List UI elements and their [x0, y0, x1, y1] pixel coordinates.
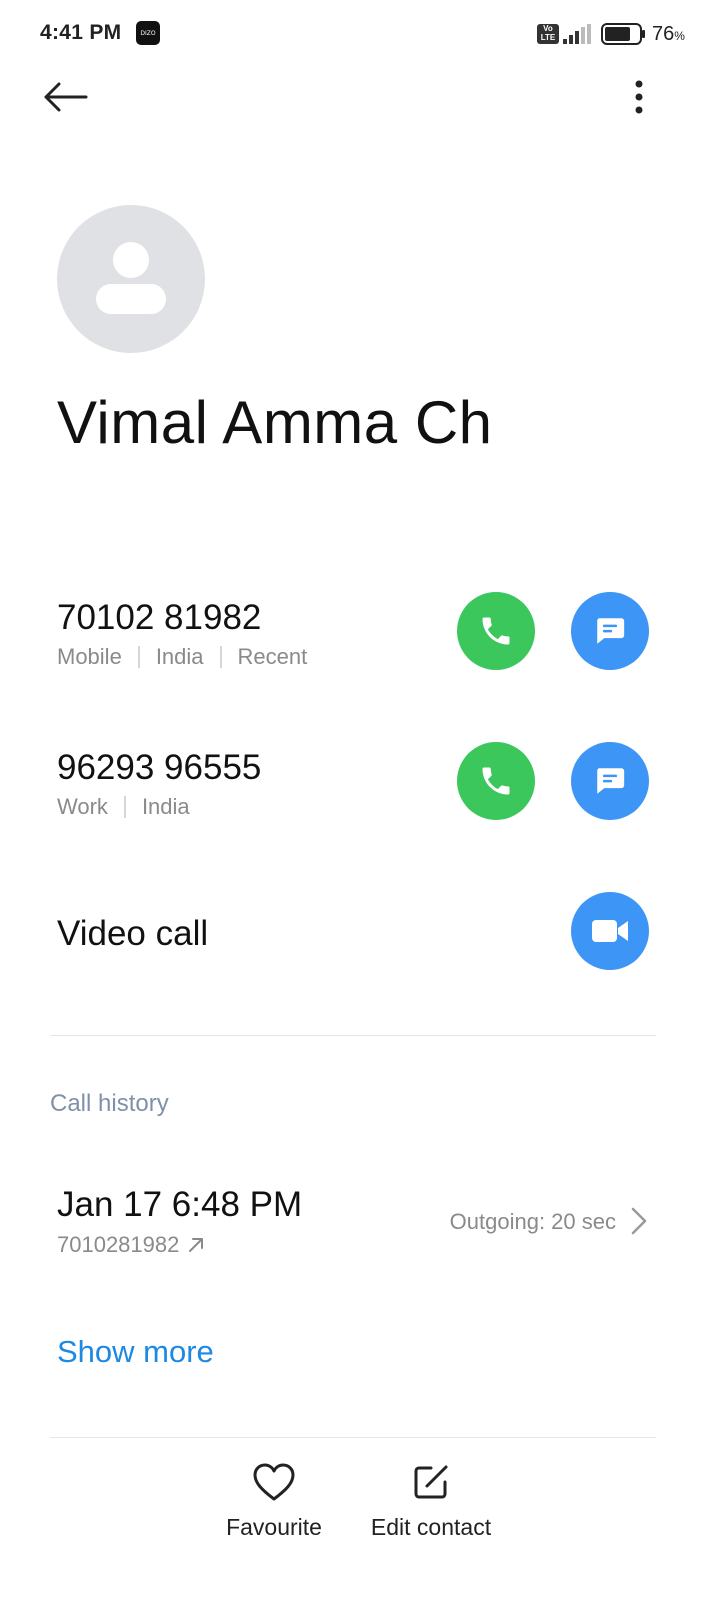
- phone-entry-work[interactable]: 96293 96555 Work India: [0, 742, 720, 862]
- phone-region: India: [155, 644, 204, 669]
- message-icon: [597, 768, 625, 794]
- chevron-right-icon[interactable]: [628, 1206, 650, 1236]
- message-button[interactable]: [571, 742, 649, 820]
- battery-icon: [601, 23, 645, 45]
- app-badge-icon: DIZO: [136, 21, 160, 45]
- call-detail: Outgoing: 20 sec: [449, 1209, 616, 1234]
- phone-icon: [482, 767, 510, 795]
- video-call-button[interactable]: [571, 892, 649, 970]
- volte-icon: Vo LTE: [537, 24, 559, 44]
- call-date: Jan 17 6:48 PM: [57, 1185, 303, 1224]
- call-number: 7010281982: [57, 1232, 205, 1258]
- phone-type: Work: [57, 794, 108, 819]
- phone-meta: Mobile India Recent: [57, 644, 307, 670]
- phone-number[interactable]: 96293 96555: [57, 748, 261, 788]
- heart-icon: [253, 1463, 295, 1501]
- edit-contact-label: Edit contact: [370, 1514, 492, 1540]
- separator: [137, 646, 140, 668]
- favourite-label: Favourite: [226, 1514, 322, 1540]
- phone-tag: Recent: [237, 644, 308, 669]
- call-history-title: Call history: [50, 1090, 169, 1117]
- call-history-item[interactable]: Jan 17 6:48 PM 7010281982 Outgoing: 20 s…: [0, 1180, 720, 1270]
- favourite-button[interactable]: Favourite: [218, 1462, 330, 1541]
- status-time: 4:41 PM: [40, 21, 122, 44]
- message-icon: [597, 618, 625, 644]
- back-button[interactable]: [34, 72, 98, 122]
- call-button[interactable]: [457, 592, 535, 670]
- avatar: [57, 205, 205, 353]
- bottom-action-bar: Favourite Edit contact: [0, 1462, 720, 1572]
- call-number-text: 7010281982: [57, 1232, 180, 1257]
- battery-percent: 76%: [652, 23, 685, 45]
- video-call-label: Video call: [57, 914, 209, 953]
- video-call-row[interactable]: Video call: [0, 892, 720, 972]
- phone-entry-mobile[interactable]: 70102 81982 Mobile India Recent: [0, 592, 720, 712]
- edit-icon: [414, 1465, 448, 1499]
- more-options-button[interactable]: [614, 72, 664, 122]
- phone-icon: [482, 617, 510, 645]
- arrow-left-icon: [44, 82, 88, 112]
- signal-icon: [563, 24, 591, 44]
- phone-region: India: [141, 794, 190, 819]
- status-bar: 4:41 PM DIZO Vo LTE 76%: [0, 0, 720, 66]
- phone-number[interactable]: 70102 81982: [57, 598, 261, 638]
- show-more-link[interactable]: Show more: [57, 1334, 214, 1370]
- divider: [50, 1035, 656, 1036]
- separator: [219, 646, 222, 668]
- outgoing-arrow-icon: [189, 1238, 204, 1252]
- divider: [50, 1437, 656, 1438]
- more-vertical-icon: [635, 80, 643, 114]
- video-camera-icon: [592, 920, 628, 942]
- phone-meta: Work India: [57, 794, 190, 820]
- edit-contact-button[interactable]: Edit contact: [358, 1462, 504, 1541]
- separator: [123, 796, 126, 818]
- contact-name: Vimal Amma Ch: [57, 389, 493, 456]
- message-button[interactable]: [571, 592, 649, 670]
- person-placeholder-icon: [96, 242, 166, 314]
- call-button[interactable]: [457, 742, 535, 820]
- phone-type: Mobile: [57, 644, 122, 669]
